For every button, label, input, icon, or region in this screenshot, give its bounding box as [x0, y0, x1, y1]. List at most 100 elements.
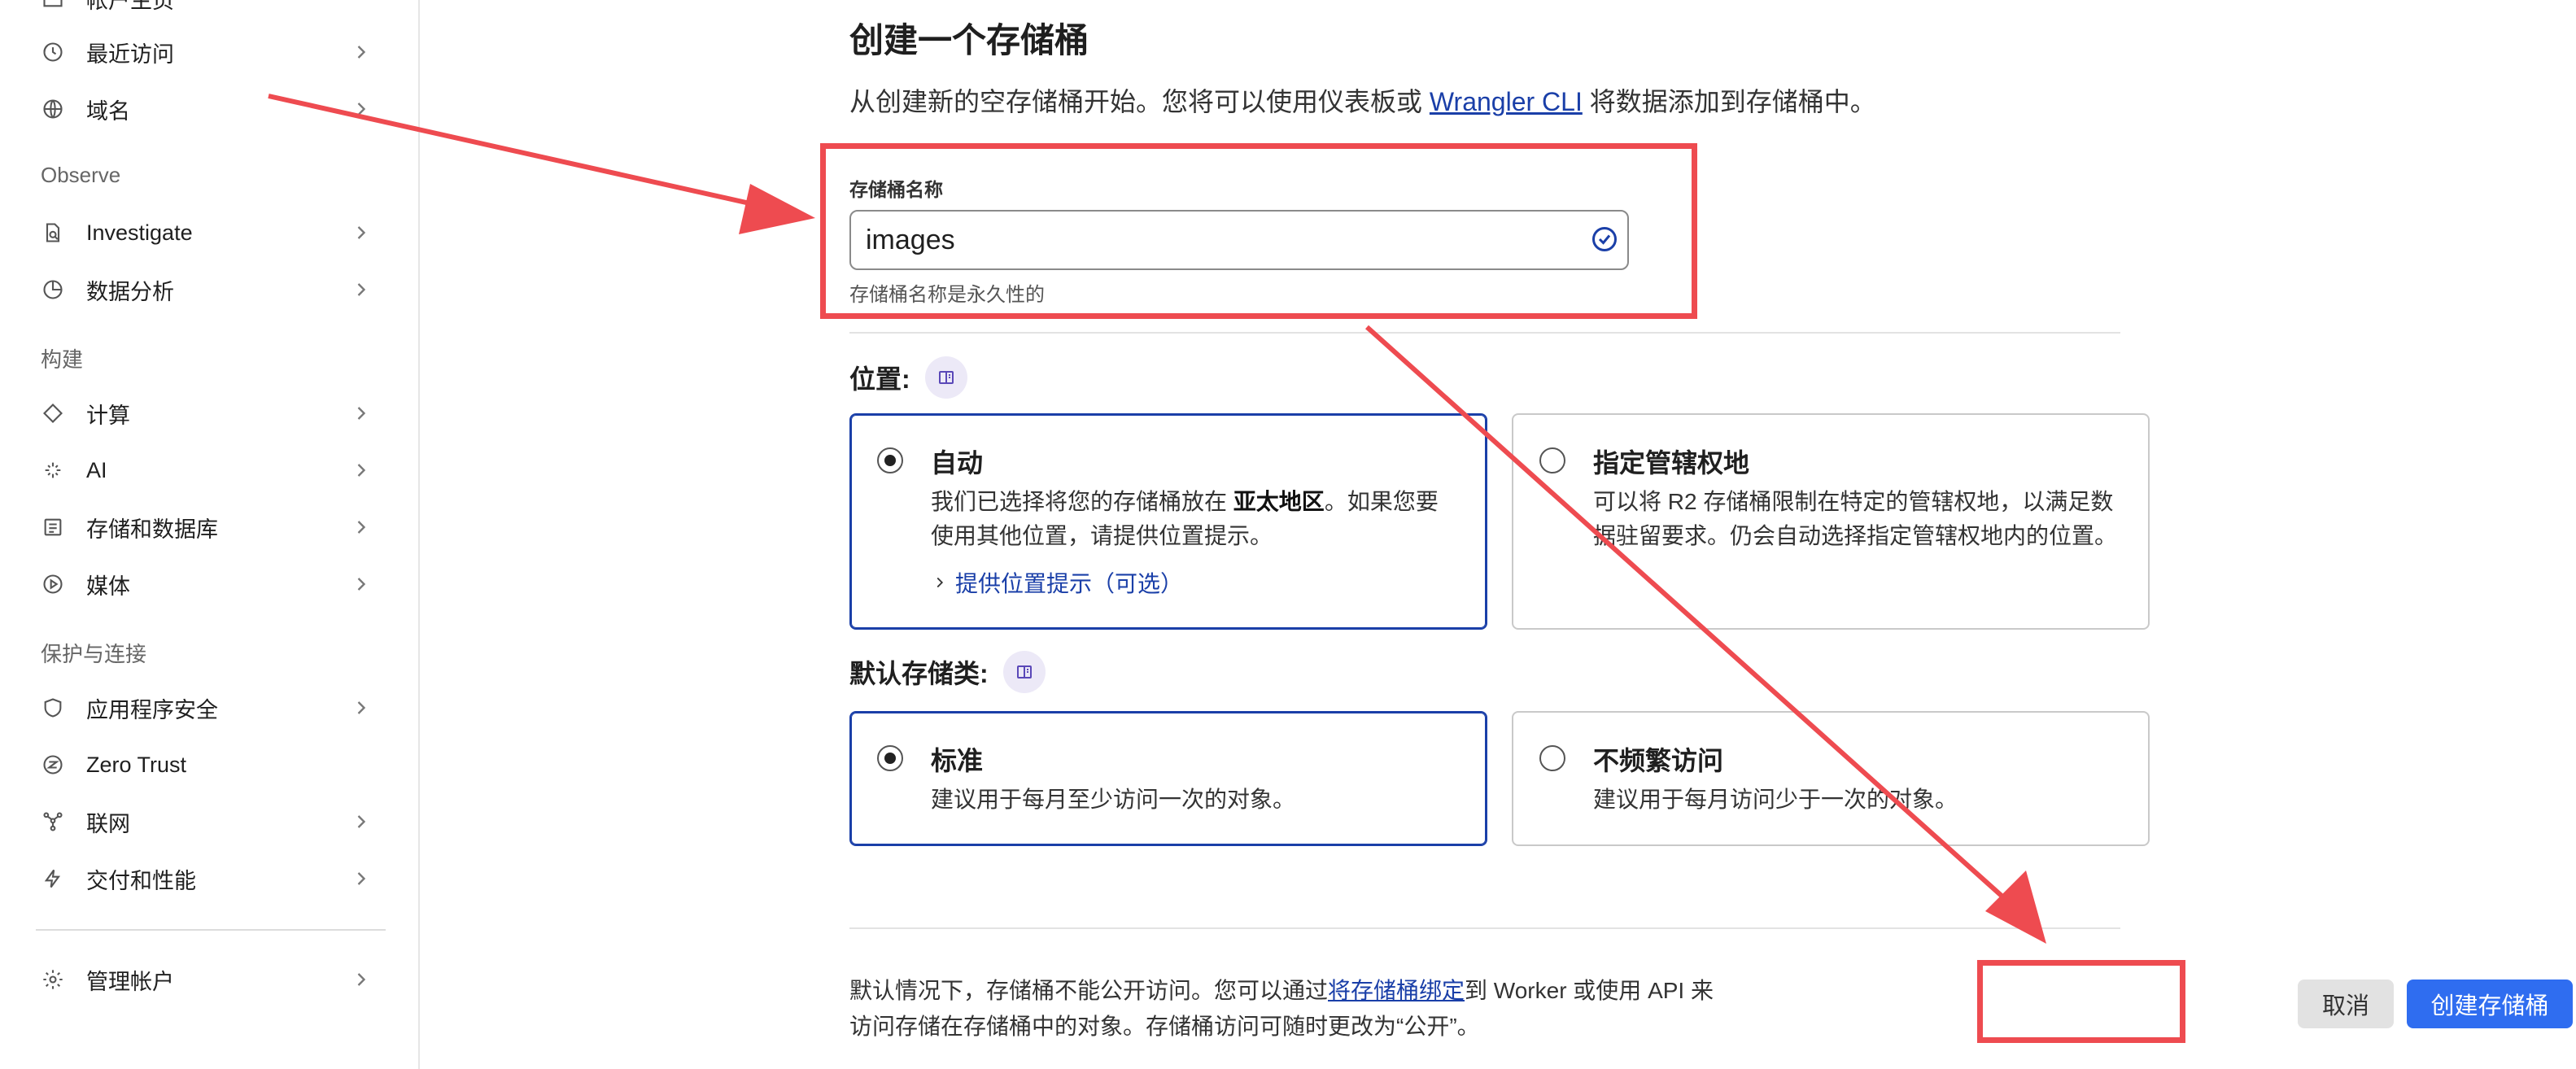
- pie-chart-icon: [41, 277, 65, 302]
- bind-bucket-link[interactable]: 将存储桶绑定: [1328, 978, 1465, 1003]
- wrangler-cli-link[interactable]: Wrangler CLI: [1430, 87, 1583, 116]
- clock-icon: [41, 40, 65, 64]
- chevron-right-icon: [357, 973, 366, 986]
- chevron-right-icon: [357, 226, 366, 239]
- chevron-right-icon: [357, 407, 366, 420]
- check-circle-icon: [1592, 227, 1617, 251]
- storage-class-group: 默认存储类:: [849, 651, 1046, 693]
- sidebar-item-label: 交付和性能: [86, 868, 196, 893]
- chevron-right-icon: [357, 872, 366, 885]
- description-text: 从创建新的空存储桶开始。您将可以使用仪表板或: [849, 87, 1423, 116]
- chevron-right-icon: [357, 521, 366, 534]
- diamond-code-icon: [41, 401, 65, 425]
- main-content: 创建一个存储桶 从创建新的空存储桶开始。您将可以使用仪表板或 Wrangler …: [420, 0, 2576, 1069]
- chevron-right-icon: [357, 283, 366, 296]
- sidebar-item-networking[interactable]: 联网: [41, 799, 381, 844]
- sidebar-item-label: Investigate: [86, 220, 193, 245]
- sidebar-item-label: 媒体: [86, 574, 130, 599]
- sidebar-item-label: AI: [86, 457, 107, 482]
- sidebar-item-ai[interactable]: AI: [41, 447, 381, 493]
- chevron-right-icon: [357, 464, 366, 477]
- sidebar-item-storage[interactable]: 存储和数据库: [41, 504, 381, 550]
- option-title: 标准: [931, 746, 984, 775]
- sidebar: 帐户主页 最近访问 域名 Observe Investigate 数据分析 构建: [0, 0, 420, 1069]
- chevron-right-icon: [357, 46, 366, 59]
- sidebar-item-label: 应用程序安全: [86, 697, 218, 722]
- bucket-name-label: 存储桶名称: [849, 179, 943, 200]
- option-title: 自动: [931, 448, 984, 478]
- sidebar-divider: [36, 929, 386, 931]
- chevron-right-icon: [357, 815, 366, 828]
- note-text: 默认情况下，存储桶不能公开访问。您可以通过: [849, 978, 1329, 1003]
- globe-icon: [41, 97, 65, 121]
- sidebar-item-label: 帐户主页: [86, 0, 174, 13]
- sidebar-item-media[interactable]: 媒体: [41, 561, 381, 607]
- page-description: 从创建新的空存储桶开始。您将可以使用仪表板或 Wrangler CLI 将数据添…: [849, 81, 1876, 119]
- sidebar-item-label: Zero Trust: [86, 752, 187, 777]
- sidebar-item-delivery[interactable]: 交付和性能: [41, 856, 381, 901]
- zero-trust-icon: [41, 753, 65, 777]
- radio-button[interactable]: [1539, 745, 1565, 771]
- radio-button[interactable]: [1539, 447, 1565, 473]
- radio-button[interactable]: [877, 447, 903, 473]
- option-description: 可以将 R2 存储桶限制在特定的管辖权地，以满足数据驻留要求。仍会自动选择指定管…: [1593, 489, 2118, 548]
- option-title: 指定管辖权地: [1593, 448, 1750, 478]
- sidebar-item-label: 数据分析: [86, 279, 174, 304]
- section-divider: [849, 332, 2120, 334]
- section-divider: [849, 927, 2120, 929]
- create-bucket-button[interactable]: 创建存储桶: [2407, 980, 2573, 1028]
- docs-icon[interactable]: [924, 356, 967, 399]
- chevron-right-icon: [357, 103, 366, 116]
- sidebar-item-label: 管理帐户: [86, 969, 174, 994]
- sidebar-item-zero-trust[interactable]: Zero Trust: [41, 742, 381, 788]
- sidebar-item-investigate[interactable]: Investigate: [41, 210, 381, 255]
- option-description: 建议用于每月至少访问一次的对象。: [931, 787, 1296, 812]
- description-text: 将数据添加到存储桶中。: [1589, 87, 1876, 116]
- link-label: 提供位置提示（可选）: [955, 571, 1184, 596]
- radio-button[interactable]: [877, 745, 903, 771]
- location-option-auto[interactable]: 自动 我们已选择将您的存储桶放在 亚太地区。如果您要使用其他位置，请提供位置提示…: [849, 413, 1487, 630]
- storage-class-standard[interactable]: 标准 建议用于每月至少访问一次的对象。: [849, 711, 1487, 846]
- sidebar-item-label: 联网: [86, 811, 130, 836]
- sidebar-item-label: 最近访问: [86, 41, 174, 67]
- docs-icon[interactable]: [1002, 651, 1046, 693]
- network-icon: [41, 809, 65, 834]
- storage-class-label: 默认存储类:: [849, 659, 989, 688]
- option-description: 建议用于每月访问少于一次的对象。: [1593, 787, 1958, 812]
- public-access-note: 默认情况下，存储桶不能公开访问。您可以通过将存储桶绑定到 Worker 或使用 …: [849, 973, 1728, 1045]
- cancel-button[interactable]: 取消: [2298, 980, 2394, 1028]
- sidebar-item-domains[interactable]: 域名: [41, 86, 381, 132]
- home-icon: [41, 0, 65, 11]
- sidebar-item-app-security[interactable]: 应用程序安全: [41, 685, 381, 731]
- bucket-name-input[interactable]: [849, 210, 1629, 270]
- storage-icon: [41, 515, 65, 539]
- sidebar-item-account-home[interactable]: 帐户主页: [41, 0, 381, 21]
- option-description: 我们已选择将您的存储桶放在 亚太地区。如果您要使用其他位置，请提供位置提示。: [931, 485, 1460, 553]
- chevron-right-icon: [937, 577, 944, 588]
- page-title: 创建一个存储桶: [849, 21, 1089, 59]
- desc-bold: 亚太地区: [1233, 489, 1325, 514]
- gear-icon: [41, 967, 65, 992]
- sidebar-item-recent[interactable]: 最近访问: [41, 29, 381, 75]
- sidebar-item-label: 计算: [86, 403, 130, 428]
- sidebar-item-label: 存储和数据库: [86, 517, 218, 542]
- sidebar-item-analytics[interactable]: 数据分析: [41, 267, 381, 312]
- sidebar-item-manage-account[interactable]: 管理帐户: [41, 957, 381, 1002]
- play-circle-icon: [41, 572, 65, 596]
- location-group: 位置:: [849, 356, 967, 399]
- chevron-right-icon: [357, 578, 366, 591]
- location-option-jurisdiction[interactable]: 指定管辖权地 可以将 R2 存储桶限制在特定的管辖权地，以满足数据驻留要求。仍会…: [1512, 413, 2150, 630]
- document-search-icon: [41, 220, 65, 245]
- section-label-observe: Observe: [41, 163, 121, 187]
- desc-text: 我们已选择将您的存储桶放在: [931, 489, 1228, 514]
- shield-icon: [41, 696, 65, 720]
- storage-class-infrequent[interactable]: 不频繁访问 建议用于每月访问少于一次的对象。: [1512, 711, 2150, 846]
- bucket-name-help: 存储桶名称是永久性的: [849, 284, 1045, 306]
- chevron-right-icon: [357, 701, 366, 714]
- location-hint-link[interactable]: 提供位置提示（可选）: [931, 566, 1183, 599]
- sidebar-item-compute[interactable]: 计算: [41, 391, 381, 436]
- sidebar-item-label: 域名: [86, 98, 130, 124]
- section-label-protect: 保护与连接: [41, 642, 147, 666]
- option-title: 不频繁访问: [1593, 746, 1724, 775]
- location-label: 位置:: [849, 364, 910, 394]
